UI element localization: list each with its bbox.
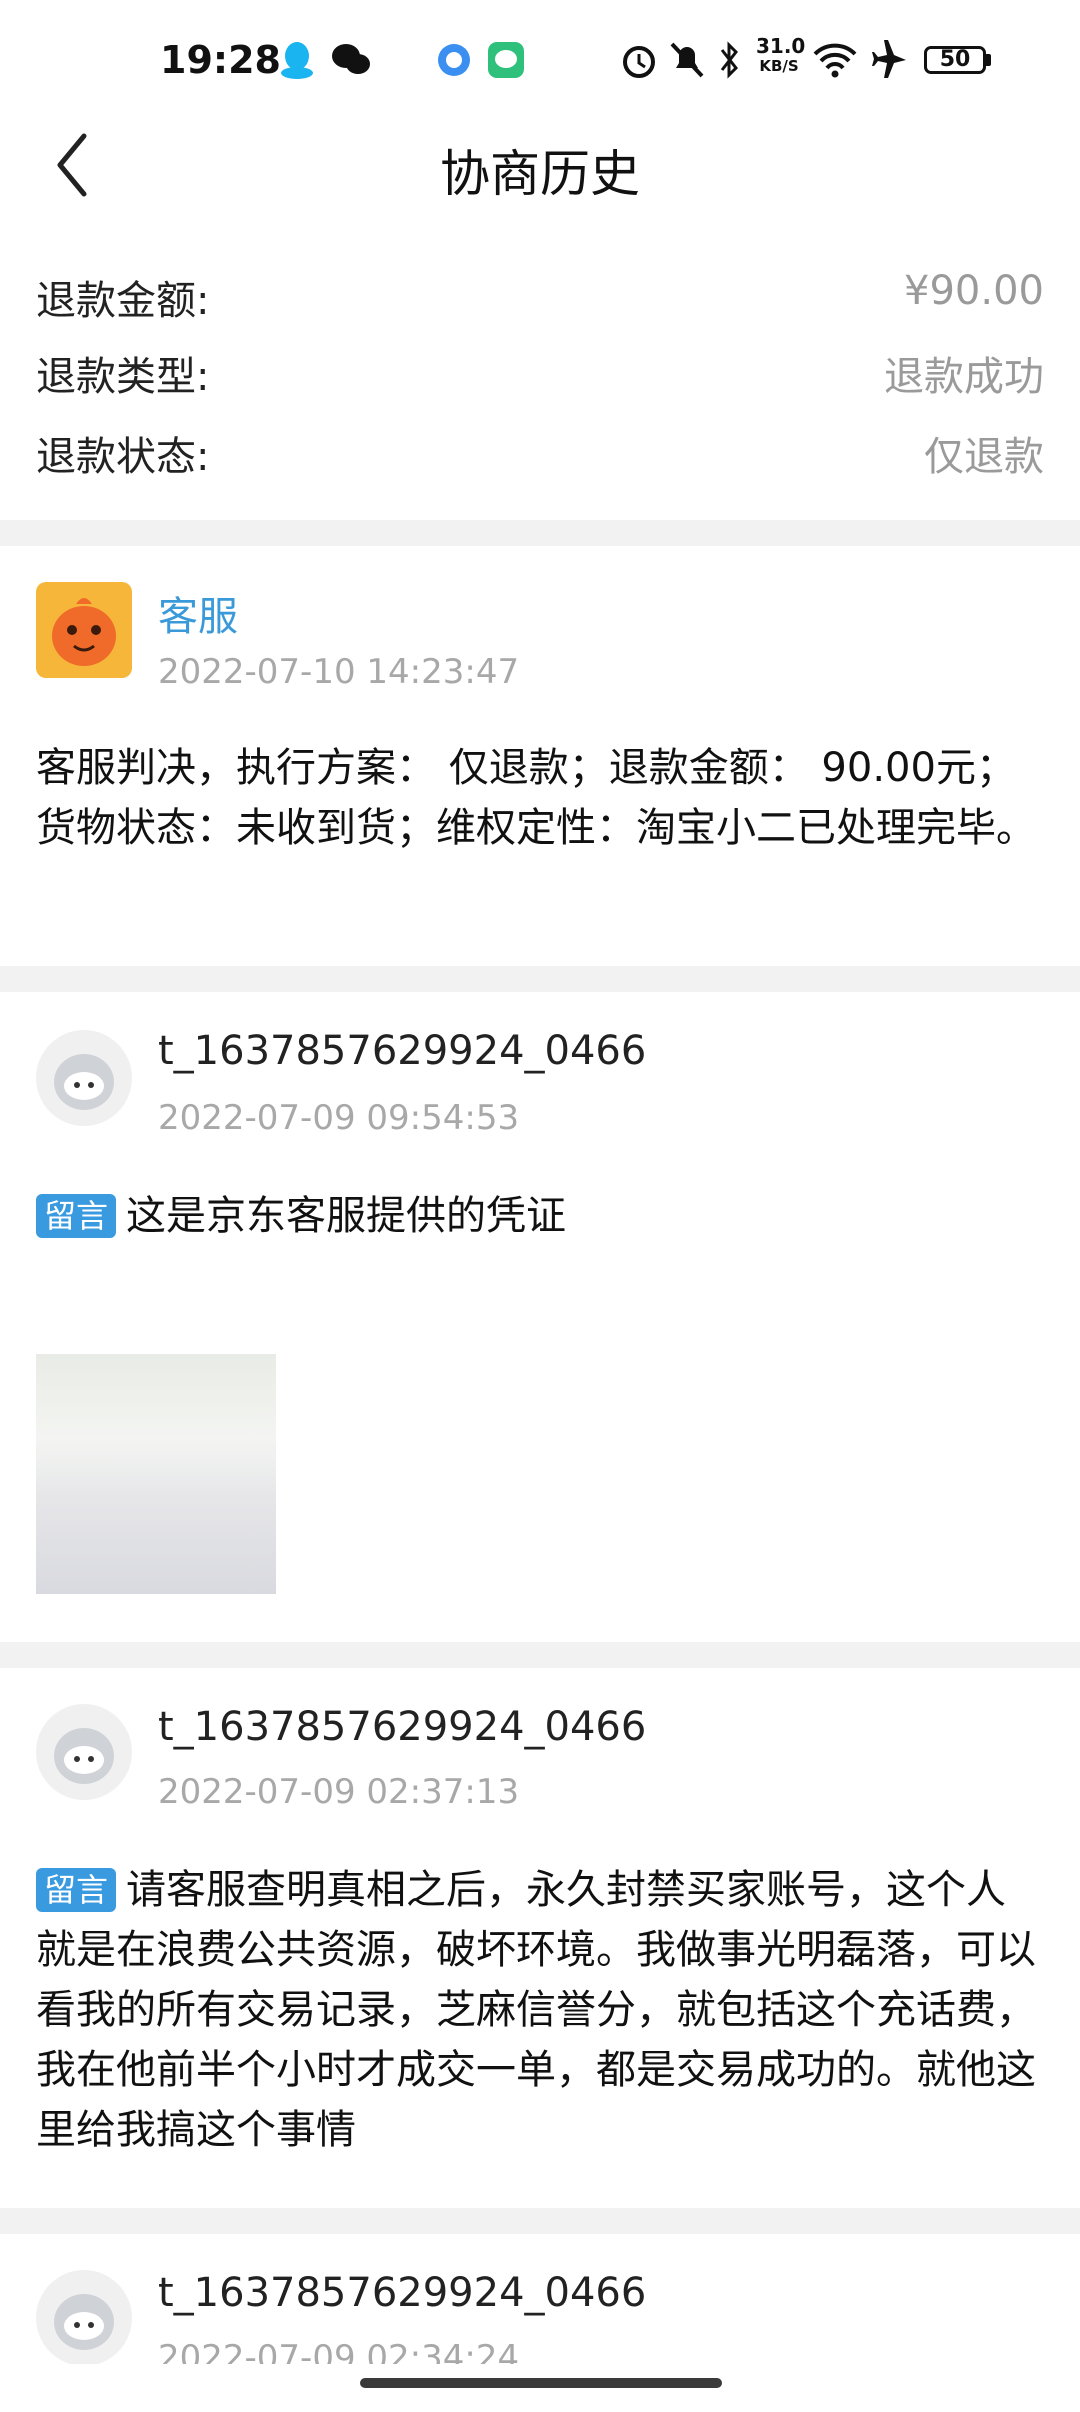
record-time: 2022-07-10 14:23:47 (158, 652, 520, 692)
record-time: 2022-07-09 02:34:24 (158, 2338, 520, 2364)
record-time: 2022-07-09 02:37:13 (158, 1772, 520, 1812)
bluetooth-icon (720, 41, 738, 79)
robot-avatar-icon (36, 2270, 132, 2364)
net-speed: 31.0 KB/S (756, 34, 806, 75)
avatar (36, 1030, 132, 1126)
history-record: t_1637857629924_0466 2022-07-09 09:54:53… (0, 992, 1080, 1642)
battery-level: 50 (939, 47, 971, 72)
message-tag: 留言 (36, 1868, 117, 1912)
record-author: t_1637857629924_0466 (158, 2270, 647, 2316)
evidence-image[interactable] (36, 1354, 276, 1594)
section-divider (0, 2208, 1080, 2234)
refund-amount-row: 退款金额: ¥90.00 (36, 268, 1044, 338)
record-message: 留言 这是京东客服提供的凭证 (36, 1186, 1044, 1246)
qq-icon (281, 42, 313, 79)
record-time: 2022-07-09 09:54:53 (158, 1098, 520, 1138)
wechat-icon (332, 44, 370, 74)
wifi-icon (813, 43, 857, 78)
refund-status-value: 仅退款 (924, 434, 1044, 480)
mute-icon (670, 42, 704, 78)
refund-status-row: 退款状态: 仅退款 (36, 424, 1044, 494)
record-message: 客服判决，执行方案： 仅退款；退款金额： 90.00元；货物状态：未收到货；维权… (36, 738, 1044, 858)
status-time: 19:28 (160, 38, 281, 82)
section-divider (0, 1642, 1080, 1668)
battery-tip (986, 54, 991, 66)
refund-amount-value: ¥90.00 (904, 268, 1044, 314)
refund-status-label: 退款状态: (36, 434, 210, 480)
record-author: t_1637857629924_0466 (158, 1704, 647, 1750)
record-author: 客服 (158, 594, 238, 640)
refund-amount-label: 退款金额: (36, 278, 210, 324)
message-icon (488, 42, 524, 78)
message-tag: 留言 (36, 1194, 117, 1238)
robot-avatar-icon (36, 1704, 132, 1800)
browser-icon (438, 44, 470, 76)
record-text: 请客服查明真相之后，永久封禁买家账号，这个人就是在浪费公共资源，破坏环境。我做事… (36, 1867, 1036, 2153)
history-record: 客服 2022-07-10 14:23:47 客服判决，执行方案： 仅退款；退款… (0, 546, 1080, 966)
history-record: t_1637857629924_0466 2022-07-09 02:37:13… (0, 1668, 1080, 2208)
airplane-icon (872, 40, 906, 78)
record-message: 留言 请客服查明真相之后，永久封禁买家账号，这个人就是在浪费公共资源，破坏环境。我… (36, 1860, 1044, 2160)
status-bar: 19:28 31.0 KB/S 50 (0, 0, 1080, 120)
refund-type-value: 退款成功 (884, 354, 1044, 400)
service-mascot-icon (36, 582, 132, 678)
section-divider (0, 966, 1080, 992)
refund-type-label: 退款类型: (36, 354, 210, 400)
record-text: 客服判决，执行方案： 仅退款；退款金额： 90.00元；货物状态：未收到货；维权… (36, 745, 1036, 851)
avatar (36, 2270, 132, 2364)
page-title: 协商历史 (440, 145, 640, 203)
avatar (36, 1704, 132, 1800)
avatar (36, 582, 132, 678)
refund-type-row: 退款类型: 退款成功 (36, 344, 1044, 414)
battery-icon: 50 (924, 46, 986, 74)
section-divider (0, 520, 1080, 546)
home-indicator[interactable] (360, 2378, 722, 2388)
alarm-icon (623, 46, 655, 78)
history-record: t_1637857629924_0466 2022-07-09 02:34:24 (0, 2234, 1080, 2364)
robot-avatar-icon (36, 1030, 132, 1126)
record-text: 这是京东客服提供的凭证 (126, 1193, 567, 1239)
record-author: t_1637857629924_0466 (158, 1028, 647, 1074)
